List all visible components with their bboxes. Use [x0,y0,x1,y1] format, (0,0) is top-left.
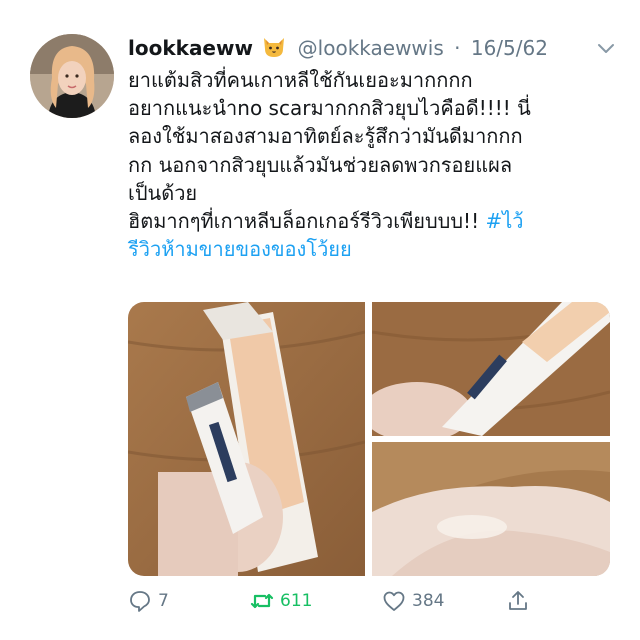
share-icon [509,591,527,610]
tweet-text-line: กก นอกจากสิวยุบแล้วมันช่วยลดพวกรอยแผล [128,152,513,177]
user-handle[interactable]: @lookkaewwis [298,36,444,60]
hashtag-link[interactable]: #ไว้ [485,209,523,233]
tweet-date[interactable]: 16/5/62 [471,36,548,60]
product-box-and-tube-photo[interactable] [128,302,365,576]
cream-on-hand-photo[interactable] [372,442,610,576]
retweet-icon [250,593,274,609]
tweet-actions: 7 611 384 [128,584,608,618]
like-count: 384 [412,591,445,611]
retweet-count: 611 [280,591,313,611]
retweet-button[interactable]: 611 [250,588,312,614]
hashtag-link-continued[interactable]: รีวิวห้ามขายของของโว้ยย [128,235,598,263]
reply-button[interactable]: 7 [128,588,169,614]
chevron-down-icon[interactable] [594,36,618,60]
tweet-text-line: เป็นด้วย [128,180,198,205]
tweet-header: lookkaeww @lookkaewwis · 16/5/62 [128,34,618,64]
tube-closeup-photo[interactable] [372,302,610,436]
tweet-text: ยาแต้มสิวที่คนเกาหลีใช้กันเยอะมากกกก อยา… [128,66,598,263]
media-grid [128,302,610,576]
share-button[interactable] [506,588,536,614]
display-name[interactable]: lookkaeww [128,36,253,60]
reply-count: 7 [158,591,169,611]
tweet-text-line: ลองใช้มาสองสามอาทิตย์ละรู้สึกว่ามันดีมาก… [128,124,523,149]
tweet-text-line: ยาแต้มสิวที่คนเกาหลีใช้กันเยอะมากกกก [128,68,473,92]
heart-icon [383,591,405,611]
cat-face-icon [261,35,287,59]
speech-bubble-icon [130,591,150,612]
tweet-text-line: อยากแนะนำno scarมากกกสิวยุบไวคือดี!!!! น… [128,96,531,121]
tweet-text-segment: ฮิตมากๆที่เกาหลีบล็อกเกอร์รีวิวเพียบบบ!! [128,209,486,234]
separator-dot: · [454,36,461,60]
avatar[interactable] [30,34,114,118]
tweet-text-line: ฮิตมากๆที่เกาหลีบล็อกเกอร์รีวิวเพียบบบ!!… [128,207,598,235]
like-button[interactable]: 384 [382,588,444,614]
tweet: lookkaeww @lookkaewwis · 16/5/62 ยาแต้มส… [0,0,640,640]
avatar-photo [30,34,114,118]
